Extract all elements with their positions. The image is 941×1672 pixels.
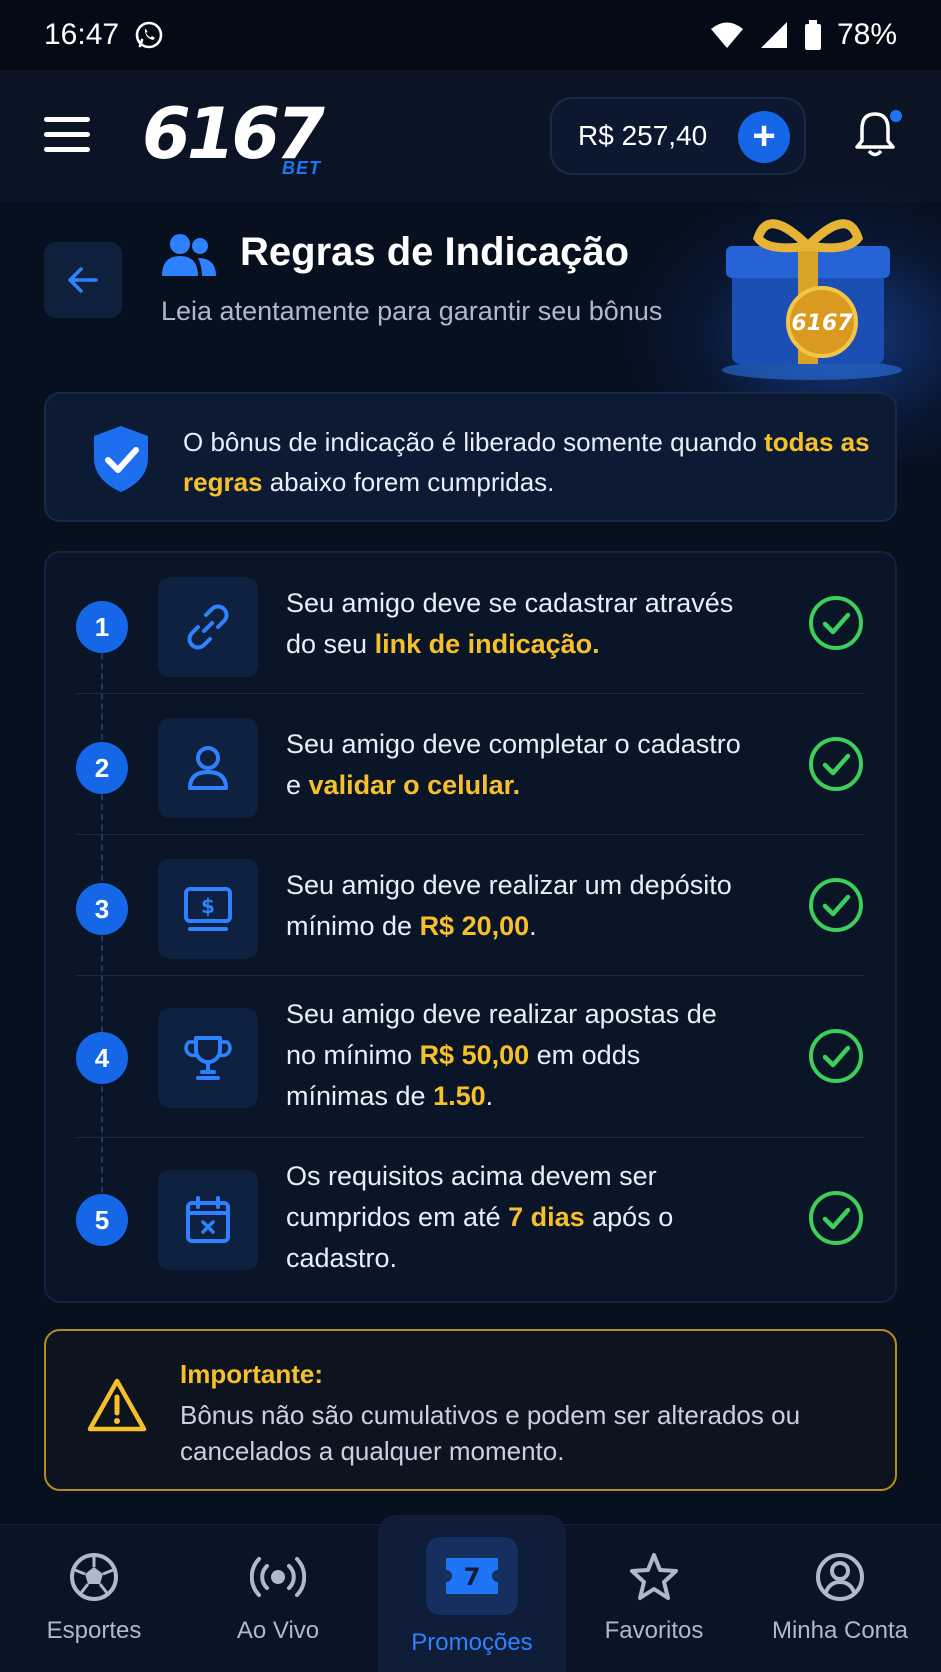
nav-label: Favoritos <box>604 1617 704 1644</box>
nav-label: Promoções <box>411 1629 533 1656</box>
logo-subtext: BET <box>282 158 321 178</box>
battery-icon <box>804 20 821 50</box>
promo-badge-count: 7 <box>464 1563 481 1591</box>
calendar-icon <box>186 1196 230 1243</box>
warning-icon <box>87 1378 147 1432</box>
rule-number: 1 <box>76 601 128 653</box>
important-notice: Importante: Bônus não são cumulativos e … <box>44 1329 897 1491</box>
page-title: Regras de Indicação <box>240 230 630 274</box>
rule-number: 3 <box>76 883 128 935</box>
add-funds-button[interactable]: + <box>738 111 790 163</box>
rule-text: Os requisitos acima devem ser cumpridos … <box>286 1161 674 1273</box>
check-circle-icon <box>809 596 863 650</box>
info-text: O bônus de indicação é liberado somente … <box>183 427 870 497</box>
check-circle-icon <box>809 1191 863 1245</box>
rule-number: 4 <box>76 1032 128 1084</box>
hamburger-menu-icon[interactable] <box>44 117 90 153</box>
nav-ao-vivo[interactable]: Ao Vivo <box>184 1525 372 1672</box>
shield-check-icon <box>94 426 148 492</box>
star-icon <box>630 1553 678 1600</box>
live-broadcast-icon <box>250 1557 306 1597</box>
status-bar: 16:47 78% <box>0 0 941 70</box>
user-icon <box>188 746 228 790</box>
important-title: Importante: <box>180 1359 323 1389</box>
important-text: Bônus não são cumulativos e podem ser al… <box>180 1400 801 1466</box>
nav-minha-conta[interactable]: Minha Conta <box>746 1525 934 1672</box>
check-circle-icon <box>809 737 863 791</box>
rule-text: Seu amigo deve realizar apostas de no mí… <box>286 999 717 1111</box>
brand-logo[interactable]: 6167 BET <box>142 96 352 182</box>
rule-item-5: 5 Os requisitos acima devem ser cumprido… <box>46 1138 895 1301</box>
balance-pill[interactable]: R$ 257,40 + <box>550 97 806 175</box>
status-time: 16:47 <box>44 18 120 51</box>
gift-box-icon: 6167 <box>722 219 902 380</box>
nav-label: Minha Conta <box>771 1617 909 1644</box>
rule-item-1: 1 Seu amigo deve se cadastrar através do… <box>46 553 895 694</box>
battery-level: 78% <box>836 18 897 51</box>
arrow-left-icon <box>68 267 98 293</box>
rule-number: 5 <box>76 1194 128 1246</box>
check-circle-icon <box>809 1029 863 1083</box>
check-circle-icon <box>809 878 863 932</box>
nav-promocoes[interactable]: 7 Promoções <box>378 1515 566 1672</box>
back-button[interactable] <box>44 242 122 318</box>
balance-amount: R$ 257,40 <box>578 120 708 151</box>
promo-ticket-icon: 7 <box>426 1537 518 1615</box>
account-icon <box>816 1553 864 1601</box>
nav-label: Esportes <box>46 1617 142 1644</box>
rule-text: Seu amigo deve completar o cadastro e va… <box>286 729 741 800</box>
rule-item-3: 3 $ Seu amigo deve realizar um depósito … <box>46 835 895 976</box>
page-subtitle: Leia atentamente para garantir seu bônus <box>161 296 663 326</box>
rule-number: 2 <box>76 742 128 794</box>
bottom-nav: Esportes Ao Vivo 7 Promoções Favoritos M <box>0 1515 941 1672</box>
notification-dot <box>888 108 904 124</box>
soccer-ball-icon <box>70 1553 118 1601</box>
gift-badge-text: 6167 <box>791 311 853 336</box>
users-icon <box>162 234 216 276</box>
rules-list: 1 Seu amigo deve se cadastrar através do… <box>44 551 897 1303</box>
wifi-icon <box>710 22 743 48</box>
page-header: Regras de Indicação Leia atentamente par… <box>0 182 941 462</box>
nav-favoritos[interactable]: Favoritos <box>560 1525 748 1672</box>
info-banner: O bônus de indicação é liberado somente … <box>44 392 897 522</box>
trophy-icon <box>184 1036 232 1080</box>
deposit-icon: $ <box>184 887 232 931</box>
link-icon <box>187 604 229 650</box>
rule-text: Seu amigo deve realizar um depósito míni… <box>286 870 732 941</box>
rule-text: Seu amigo deve se cadastrar através do s… <box>286 588 734 659</box>
nav-esportes[interactable]: Esportes <box>0 1525 188 1672</box>
nav-label: Ao Vivo <box>236 1617 320 1644</box>
svg-text:$: $ <box>201 894 215 918</box>
rule-item-2: 2 Seu amigo deve completar o cadastro e … <box>46 694 895 835</box>
rule-item-4: 4 Seu amigo deve realizar apostas de no … <box>46 976 895 1138</box>
signal-icon <box>760 22 787 48</box>
whatsapp-icon <box>135 21 163 49</box>
